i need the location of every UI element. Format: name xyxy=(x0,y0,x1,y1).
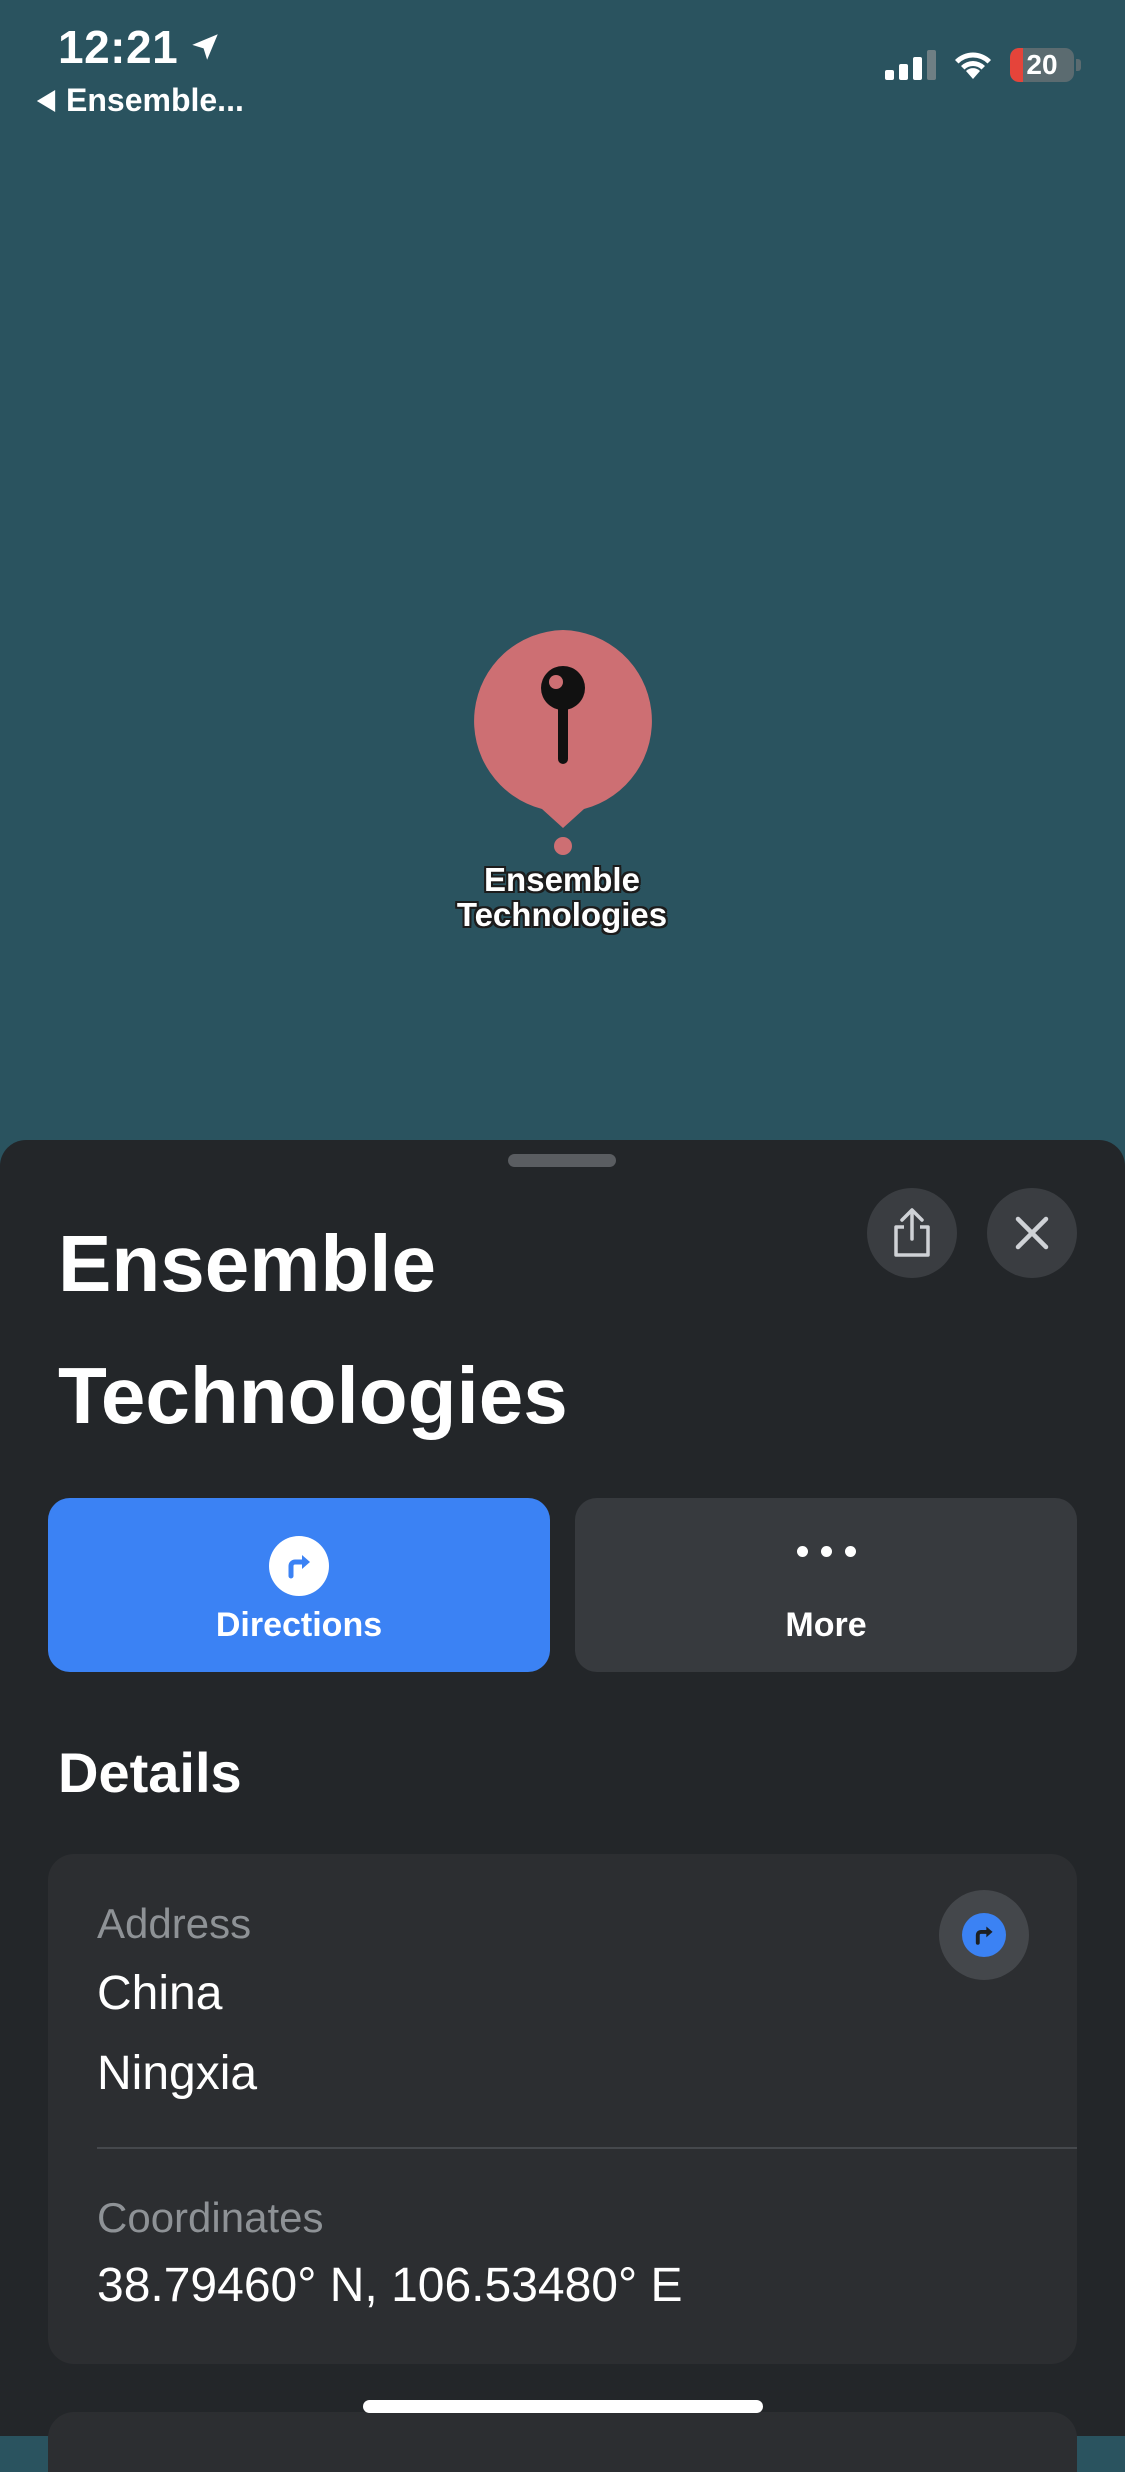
status-time: 12:21 xyxy=(58,20,222,74)
share-icon xyxy=(894,1208,930,1257)
address-directions-button[interactable] xyxy=(939,1890,1029,1980)
pin-label-line2: Technologies xyxy=(456,896,668,933)
pin-label-line1: Ensemble xyxy=(484,861,640,898)
more-label: More xyxy=(785,1606,867,1644)
directions-label: Directions xyxy=(215,1606,383,1644)
details-divider xyxy=(97,2147,1077,2149)
back-arrow-icon xyxy=(36,89,56,112)
time-label: 12:21 xyxy=(58,21,179,73)
location-arrow-icon xyxy=(192,34,218,60)
place-title-line2: Technologies xyxy=(58,1351,568,1440)
directions-icon xyxy=(962,1913,1006,1957)
wifi-icon xyxy=(955,52,991,79)
more-icon xyxy=(575,1546,1077,1557)
details-card: Address China Ningxia Coordinates 38.794… xyxy=(48,1854,1077,2364)
map-pin-icon[interactable] xyxy=(470,628,656,858)
directions-button[interactable]: Directions xyxy=(48,1498,550,1672)
address-line-1[interactable]: China xyxy=(97,1966,222,2021)
close-icon xyxy=(1015,1216,1049,1250)
sheet-grabber[interactable] xyxy=(508,1154,616,1167)
address-label: Address xyxy=(97,1900,252,1947)
share-button[interactable] xyxy=(867,1188,957,1278)
place-title-line1: Ensemble xyxy=(58,1219,436,1308)
coordinates-value[interactable]: 38.79460° N, 106.53480° E xyxy=(97,2258,683,2313)
directions-icon xyxy=(269,1536,329,1596)
close-button[interactable] xyxy=(987,1188,1077,1278)
back-to-app-link[interactable]: Ensemble... xyxy=(36,82,244,119)
battery-level-label: 20 xyxy=(1026,49,1058,80)
map-pin-label: Ensemble Technologies xyxy=(362,862,762,932)
next-section-card xyxy=(48,2412,1077,2472)
coordinates-label: Coordinates xyxy=(97,2194,324,2241)
more-button[interactable]: More xyxy=(575,1498,1077,1672)
battery-icon: 20 xyxy=(1010,48,1081,82)
place-card-sheet: Ensemble Technologies Directions More De… xyxy=(0,1140,1125,2472)
status-indicators: 20 xyxy=(885,48,1081,82)
details-heading: Details xyxy=(58,1741,242,1804)
back-link-label: Ensemble... xyxy=(66,82,244,118)
address-line-2[interactable]: Ningxia xyxy=(97,2046,257,2101)
cellular-signal-icon xyxy=(885,50,936,80)
place-title: Ensemble Technologies xyxy=(58,1198,838,1462)
home-indicator[interactable] xyxy=(363,2400,763,2413)
